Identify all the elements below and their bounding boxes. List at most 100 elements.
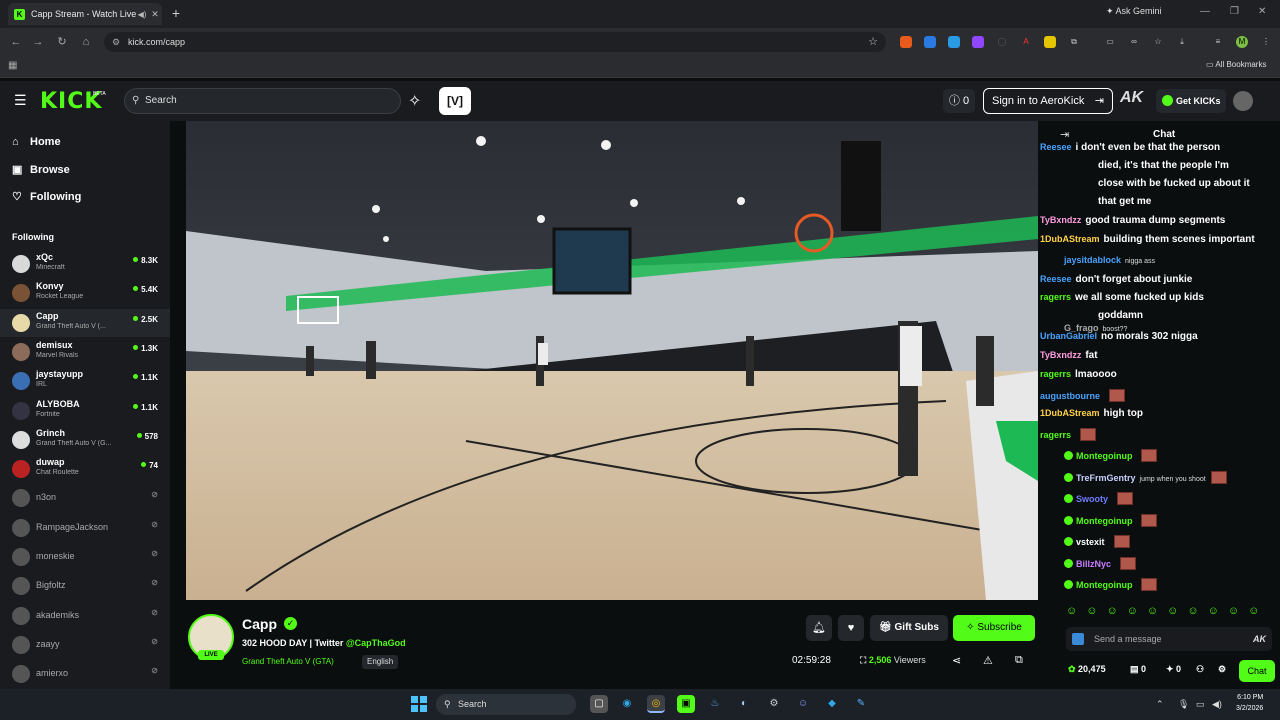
sidebar-item-following[interactable]: ♡ Following (12, 190, 81, 203)
steam-icon[interactable]: ♨ (706, 695, 724, 713)
app-icon[interactable]: ◆ (823, 695, 841, 713)
emote-bar[interactable]: ☺☺☺☺☺☺☺☺☺☺ (1066, 605, 1268, 617)
extension-icon[interactable] (924, 36, 936, 48)
sparkle-icon[interactable]: ✧ (408, 91, 421, 111)
bookmark-star-icon[interactable]: ☆ (868, 32, 878, 52)
notifications-button[interactable]: ⓘ 0 (943, 89, 975, 113)
chat-username[interactable]: BillzNyc (1076, 559, 1111, 569)
follow-button[interactable]: ♥ (838, 615, 864, 641)
category-link[interactable]: Grand Theft Auto V (GTA) (242, 657, 334, 666)
network-icon[interactable]: ▭ (1196, 699, 1205, 710)
gift-subs-button[interactable]: 🎁︎ Gift Subs (870, 615, 948, 641)
signin-button[interactable]: Sign in to AeroKick ⇥ (983, 88, 1113, 114)
extensions-puzzle-icon[interactable]: ⧉ (1068, 36, 1080, 48)
clip-icon[interactable]: ⧉ (1015, 654, 1023, 667)
maximize-icon[interactable]: ❐ (1230, 6, 1239, 17)
chat-settings-icon[interactable]: ⚙ (1218, 664, 1226, 675)
sidebar-channel-grinch[interactable]: Grinch Grand Theft Auto V (G... 578 (0, 426, 170, 454)
sidebar-item-browse[interactable]: ▣ Browse (12, 163, 70, 176)
url-field[interactable]: ⚙ kick.com/capp ☆ (104, 32, 886, 52)
chat-stat-1[interactable]: ▤ 0 (1130, 664, 1146, 675)
volume-icon[interactable]: ◀) (1212, 699, 1222, 710)
extension-icon[interactable] (1044, 36, 1056, 48)
twitter-handle-link[interactable]: @CapThaGod (346, 638, 406, 648)
extension-icon[interactable] (900, 36, 912, 48)
taskbar-clock[interactable]: 6:10 PM 3/2/2026 (1236, 692, 1263, 714)
chat-username[interactable]: UrbanGabriel (1040, 331, 1097, 341)
home-icon[interactable]: ⌂ (78, 34, 94, 50)
chat-username[interactable]: vstexit (1076, 537, 1105, 547)
sidebar-channel-akademiks[interactable]: akademiks ⊘ (0, 602, 170, 630)
extension-icon[interactable] (972, 36, 984, 48)
user-avatar[interactable] (1233, 91, 1253, 111)
download-icon[interactable]: ⤓ (1176, 36, 1188, 48)
subscribe-button[interactable]: ✧ Subscribe (953, 615, 1035, 641)
chat-username[interactable]: 1DubAStream (1040, 408, 1100, 418)
sidebar-channel-rampagejackson[interactable]: RampageJackson ⊘ (0, 514, 170, 542)
bookmarks-icon[interactable]: ☆ (1152, 36, 1164, 48)
reload-icon[interactable]: ↻ (54, 34, 70, 50)
chat-username[interactable]: TreFrmGentry (1076, 473, 1136, 483)
notification-bell-button[interactable]: 🔔︎ (806, 615, 832, 641)
chat-username[interactable]: ragerrs (1040, 369, 1071, 379)
mic-icon[interactable]: 🎙︎ (1178, 699, 1189, 710)
app-icon[interactable]: ▣ (677, 695, 695, 713)
sidebar-channel-demisux[interactable]: demisux Marvel Rivals 1.3K (0, 338, 170, 366)
sidebar-channel-moneskie[interactable]: moneskie ⊘ (0, 543, 170, 571)
link-icon[interactable]: ∞ (1128, 36, 1140, 48)
chat-username[interactable]: ragerrs (1040, 292, 1071, 302)
sidebar-channel-amierxo[interactable]: amierxo ⊘ (0, 660, 170, 688)
task-view-icon[interactable]: ▢ (590, 695, 608, 713)
channel-name[interactable]: Capp (242, 616, 277, 632)
sidebar-channel-duwap[interactable]: duwap Chat Roulette 74 (0, 455, 170, 483)
report-icon[interactable]: ⚠ (983, 654, 993, 667)
clips-icon[interactable]: [V] (439, 87, 471, 115)
more-menu-icon[interactable]: ⋮ (1260, 36, 1272, 48)
video-player[interactable] (186, 121, 1038, 600)
app-icon[interactable]: ✎ (852, 695, 870, 713)
tray-chevron-icon[interactable]: ⌃ (1156, 699, 1164, 710)
chat-username[interactable]: Reesee (1040, 274, 1072, 284)
chat-username[interactable]: ragerrs (1040, 430, 1071, 440)
ask-gemini-button[interactable]: ✦ Ask Gemini (1106, 6, 1162, 17)
language-tag[interactable]: English (362, 655, 399, 669)
windows-start-icon[interactable] (411, 696, 427, 712)
hamburger-menu-icon[interactable]: ☰ (14, 92, 27, 109)
app-icon[interactable]: ◐ (735, 695, 753, 713)
site-info-icon[interactable]: ⚙ (112, 32, 120, 52)
chat-username[interactable]: Swooty (1076, 494, 1108, 504)
back-icon[interactable]: ← (8, 34, 24, 50)
discord-icon[interactable]: ☺ (794, 695, 812, 713)
sidebar-channel-bigfoltz[interactable]: Bigfoltz ⊘ (0, 572, 170, 600)
chat-stat-2[interactable]: ✦ 0 (1166, 664, 1181, 675)
close-window-icon[interactable]: ✕ (1258, 6, 1266, 17)
sidebar-channel-alyboba[interactable]: ALYBOBA Fortnite 1.1K (0, 397, 170, 425)
app-icon[interactable]: ⚙ (765, 695, 783, 713)
sidebar-channel-n3on[interactable]: n3on ⊘ (0, 484, 170, 512)
aerokick-icon[interactable]: AK (1253, 627, 1266, 651)
sidebar-channel-zaayy[interactable]: zaayy ⊘ (0, 631, 170, 659)
chat-username[interactable]: Montegoinup (1076, 516, 1132, 526)
cast-icon[interactable]: ▭ (1104, 36, 1116, 48)
chat-username[interactable]: Reesee (1040, 142, 1072, 152)
speaker-icon[interactable]: ◀) (136, 10, 148, 19)
taskbar-search[interactable]: ⚲ Search (436, 694, 576, 715)
chat-send-button[interactable]: Chat (1239, 660, 1275, 682)
chat-username[interactable]: TyBxndzz (1040, 350, 1081, 360)
all-bookmarks-button[interactable]: ▭ All Bookmarks (1206, 60, 1266, 69)
channel-points[interactable]: ✿ 20,475 (1068, 664, 1106, 675)
extension-icon[interactable]: A (1020, 36, 1032, 48)
collapse-chat-icon[interactable]: ⇥ (1060, 128, 1069, 141)
sidepanel-icon[interactable]: ≡ (1212, 36, 1224, 48)
sidebar-item-home[interactable]: ⌂ Home (12, 136, 61, 148)
chat-username[interactable]: Montegoinup (1076, 580, 1132, 590)
forward-icon[interactable]: → (30, 34, 46, 50)
sidebar-channel-konvy[interactable]: Konvy Rocket League 5.4K (0, 279, 170, 307)
chrome-icon[interactable]: ◎ (647, 695, 665, 713)
emote-picker-icon[interactable] (1072, 633, 1084, 645)
minimize-icon[interactable]: — (1200, 6, 1210, 17)
apps-grid-icon[interactable]: ▦ (8, 60, 17, 71)
chat-input[interactable]: Send a message AK (1066, 627, 1272, 651)
edge-icon[interactable]: ◉ (618, 695, 636, 713)
profile-avatar[interactable]: M (1236, 36, 1248, 48)
